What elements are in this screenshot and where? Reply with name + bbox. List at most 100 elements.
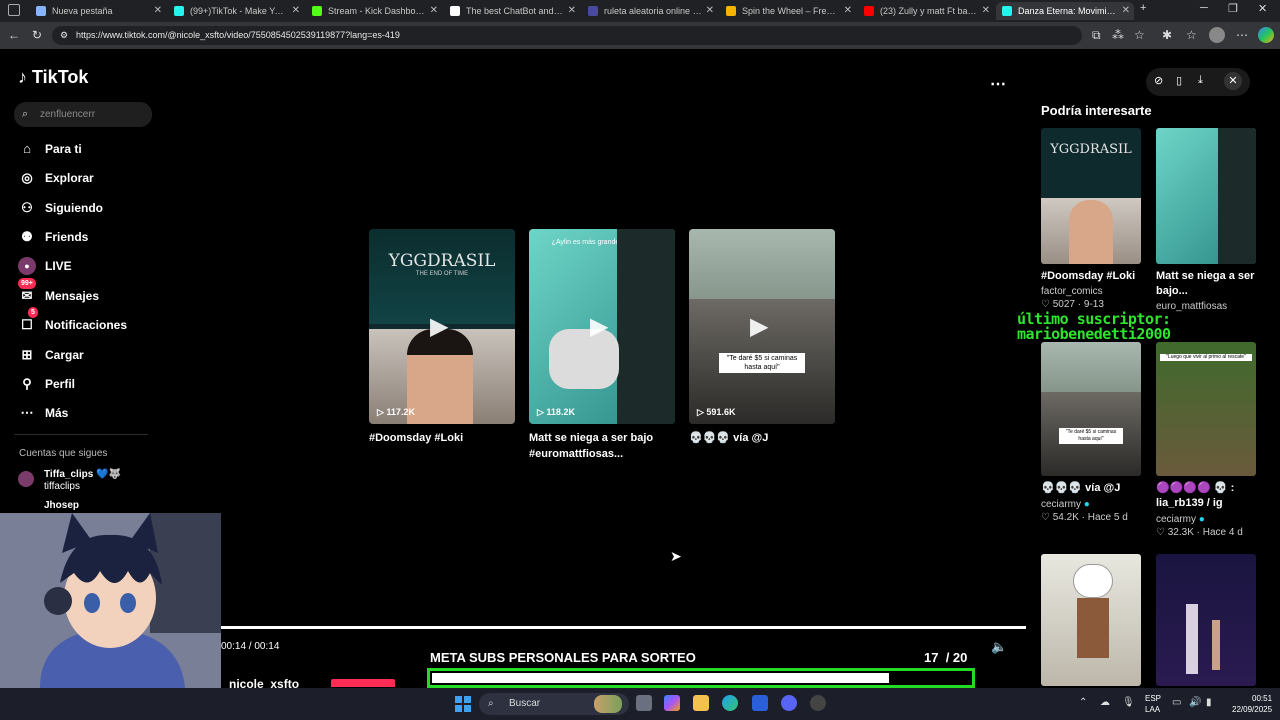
person-figure <box>1212 620 1220 670</box>
close-tab-icon[interactable]: ✕ <box>154 2 162 20</box>
mouse-cursor-icon: ➤ <box>670 548 682 564</box>
recommended-video[interactable] <box>1041 554 1141 686</box>
copilot-icon[interactable] <box>664 695 680 711</box>
download-icon[interactable]: ⤓ <box>1198 74 1203 87</box>
person-face <box>1069 200 1113 264</box>
search-input[interactable]: ⌕ zenfluencerr <box>14 102 152 127</box>
following-title: Cuentas que sigues <box>19 448 108 459</box>
video-progress-bar[interactable] <box>221 626 1026 629</box>
show-hidden-icons-icon[interactable]: ⌃ <box>1079 697 1087 708</box>
close-icon[interactable]: ✕ <box>1224 72 1242 90</box>
recommended-video[interactable] <box>1156 128 1256 264</box>
browser-tab[interactable]: Stream - Kick Dashboard ✕ <box>306 2 442 20</box>
profile-avatar[interactable] <box>1209 27 1225 43</box>
close-tab-icon[interactable]: ✕ <box>706 2 714 20</box>
translate-icon[interactable]: ⁂ <box>1112 28 1124 42</box>
more-icon: ⋯ <box>20 405 34 420</box>
site-info-icon[interactable]: ⚙ <box>60 26 68 45</box>
file-explorer-icon[interactable] <box>693 695 709 711</box>
sidebar-item-notificaciones[interactable]: ☐ 5 Notificaciones <box>18 307 127 336</box>
microphone-icon[interactable]: 🎙 <box>1122 697 1135 708</box>
network-icon[interactable]: ▭ <box>1172 697 1181 708</box>
new-tab-icon[interactable]: + <box>1140 2 1146 14</box>
browser-tab-active[interactable]: Danza Eterna: Movimientos ✕ <box>996 2 1134 20</box>
recommended-video[interactable] <box>1156 554 1256 686</box>
browser-tab[interactable]: The best ChatBot and Widg ✕ <box>444 2 580 20</box>
sidebar-item-explorar[interactable]: ◎ Explorar <box>18 167 93 189</box>
person-figure <box>617 229 675 424</box>
recommended-video[interactable]: "Te daré $5 si caminas hasta aquí" <box>1041 342 1141 476</box>
obs-icon[interactable] <box>810 695 826 711</box>
tab-actions-icon[interactable] <box>8 4 20 16</box>
address-bar[interactable]: ⚙ https://www.tiktok.com/@nicole_xsfto/v… <box>52 26 1082 45</box>
video-card[interactable]: YGGDRASIL THE END OF TIME ▶ ▷ 117.2K <box>369 229 515 424</box>
close-tab-icon[interactable]: ✕ <box>292 2 300 20</box>
close-tab-icon[interactable]: ✕ <box>568 2 576 20</box>
search-icon: ⌕ <box>488 698 494 709</box>
recommended-video[interactable]: "Luego que vivir al primo al rescate" <box>1156 342 1256 476</box>
close-tab-icon[interactable]: ✕ <box>430 2 438 20</box>
copilot-icon[interactable] <box>1258 27 1274 43</box>
speaker-icon[interactable]: 🔊 <box>1189 697 1201 708</box>
windows-start-icon[interactable] <box>455 696 471 712</box>
sidebar-item-siguiendo[interactable]: ⚇ Siguiendo <box>18 197 103 219</box>
recommendations-title: Podría interesarte <box>1041 103 1152 118</box>
sidebar-item-mas[interactable]: ⋯ Más <box>18 402 69 424</box>
store-icon[interactable] <box>752 695 768 711</box>
close-tab-icon[interactable]: ✕ <box>1122 2 1130 20</box>
maximize-icon[interactable]: ❐ <box>1228 2 1238 15</box>
bookmark-star-icon[interactable]: ☆ <box>1134 28 1145 42</box>
video-title[interactable]: #Doomsday #Loki <box>369 430 519 446</box>
reload-icon[interactable]: ↻ <box>32 28 42 42</box>
view-count: ▷ 591.6K <box>697 407 736 417</box>
close-tab-icon[interactable]: ✕ <box>982 2 990 20</box>
tiktok-logo[interactable]: ♪ TikTok <box>18 67 88 88</box>
search-highlight-icon <box>594 695 622 713</box>
recommended-video[interactable]: YGGDRASIL <box>1041 128 1141 264</box>
more-options-icon[interactable]: ⋯ <box>990 74 1006 94</box>
extensions-icon[interactable]: ✱ <box>1162 28 1172 42</box>
view-count: ▷ 117.2K <box>377 407 415 417</box>
back-icon[interactable]: ← <box>8 28 20 42</box>
sidebar-item-perfil[interactable]: ⚲ Perfil <box>18 373 75 395</box>
sidebar-item-friends[interactable]: ⚉ Friends <box>18 226 88 248</box>
sidebar-item-para-ti[interactable]: ⌂ Para ti <box>18 138 82 160</box>
floating-player-icon[interactable]: ⊘ <box>1154 74 1163 87</box>
follow-button[interactable] <box>331 679 395 687</box>
play-icon: ▶ <box>430 313 449 340</box>
system-clock[interactable]: 00:51 22/09/2025 <box>1232 693 1272 715</box>
close-tab-icon[interactable]: ✕ <box>844 2 852 20</box>
onedrive-icon[interactable]: ☁ <box>1100 697 1110 708</box>
favorites-icon[interactable]: ☆ <box>1186 28 1197 42</box>
browser-tab[interactable]: (99+)TikTok - Make Your Da ✕ <box>168 2 304 20</box>
phone-icon[interactable]: ▯ <box>1176 74 1182 87</box>
person-figure <box>1186 604 1198 674</box>
cast-icon[interactable]: ⧉ <box>1092 28 1101 43</box>
video-card[interactable]: ¿Aylin es más grande que Matt? ▶ ▷ 118.2… <box>529 229 675 424</box>
discord-icon[interactable] <box>781 695 797 711</box>
keyboard-language[interactable]: ESP LAA <box>1145 693 1161 715</box>
verified-icon: ● <box>1198 514 1205 525</box>
video-title[interactable]: Matt se niega a ser bajo #euromattfiosas… <box>529 430 679 462</box>
browser-tab[interactable]: (23) Zully y matt Ft baile inc ✕ <box>858 2 994 20</box>
minimize-icon[interactable]: ─ <box>1200 2 1208 14</box>
sidebar-item-live[interactable]: ● LIVE <box>18 255 72 277</box>
menu-dots-icon[interactable]: ⋯ <box>1236 28 1248 42</box>
battery-icon[interactable]: ▮ <box>1206 697 1212 708</box>
browser-tab[interactable]: Nueva pestaña ✕ <box>30 2 166 20</box>
sidebar-item-cargar[interactable]: ⊞ Cargar <box>18 344 84 366</box>
video-card[interactable]: "Te daré $5 si caminas hasta aquí" ▶ ▷ 5… <box>689 229 835 424</box>
task-view-icon[interactable] <box>636 695 652 711</box>
browser-tab[interactable]: Spin the Wheel – Free and ✕ <box>720 2 856 20</box>
close-window-icon[interactable]: ✕ <box>1258 2 1267 15</box>
sidebar-item-mensajes[interactable]: ✉ 99+ Mensajes <box>18 278 99 307</box>
tiktok-sidebar: ♪ TikTok ⌕ zenfluencerr ⌂ Para ti ◎ Explora… <box>0 49 160 513</box>
browser-tab[interactable]: ruleta aleatoria online - Bu ✕ <box>582 2 718 20</box>
home-icon: ⌂ <box>23 141 31 156</box>
edge-icon[interactable] <box>722 695 738 711</box>
video-title[interactable]: 💀💀💀 vía @J <box>689 430 839 446</box>
video-time: 00:14 / 00:14 <box>221 641 280 652</box>
tab-favicon-icon <box>36 6 46 16</box>
person-figure <box>549 329 619 389</box>
volume-icon[interactable]: 🔈 <box>991 639 1007 655</box>
